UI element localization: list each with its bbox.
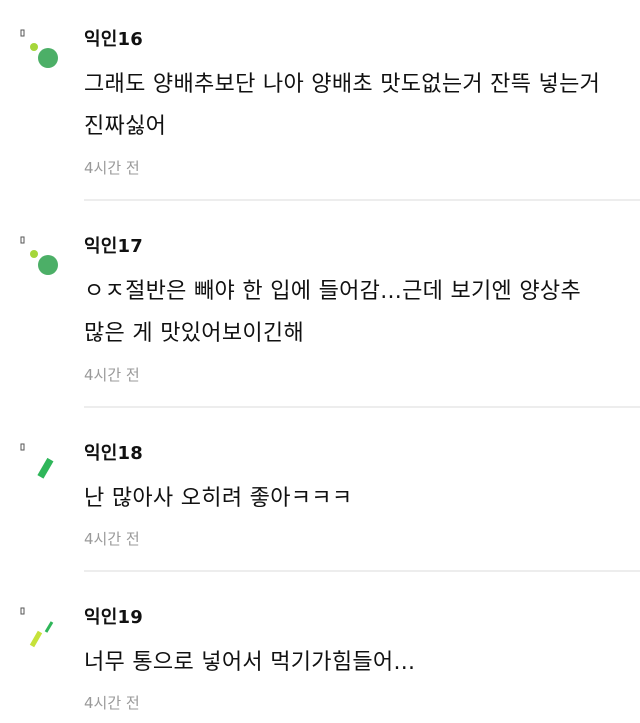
comment-text: 난 많아사 오히려 좋아ㅋㅋㅋ bbox=[84, 486, 353, 511]
green-slashes-icon[interactable] bbox=[20, 606, 64, 656]
divider bbox=[84, 199, 640, 201]
comment-timestamp: 4시간 전 bbox=[84, 159, 140, 177]
comment-timestamp: 4시간 전 bbox=[84, 694, 140, 712]
divider bbox=[84, 406, 640, 408]
comment-author[interactable]: 익인16 bbox=[84, 28, 143, 52]
comment-text: 너무 통으로 넣어서 먹기가힘들어... bbox=[84, 650, 416, 675]
green-bar-icon[interactable] bbox=[20, 442, 64, 492]
comment-author[interactable]: 익인18 bbox=[84, 442, 143, 466]
comment-author[interactable]: 익인17 bbox=[84, 235, 143, 259]
comment-author[interactable]: 익인19 bbox=[84, 606, 143, 630]
green-dots-icon[interactable] bbox=[20, 235, 64, 285]
comment-text: 그래도 양배추보단 나아 양배초 맛도없는거 잔뜩 넣는거 진짜싫어 bbox=[84, 72, 601, 139]
divider bbox=[84, 570, 640, 572]
green-dots-icon[interactable] bbox=[20, 28, 64, 78]
comment-timestamp: 4시간 전 bbox=[84, 530, 140, 548]
comment-timestamp: 4시간 전 bbox=[84, 366, 140, 384]
comment-text: ㅇㅈ절반은 빼야 한 입에 들어감...근데 보기엔 양상추 많은 게 맛있어보… bbox=[84, 279, 581, 346]
